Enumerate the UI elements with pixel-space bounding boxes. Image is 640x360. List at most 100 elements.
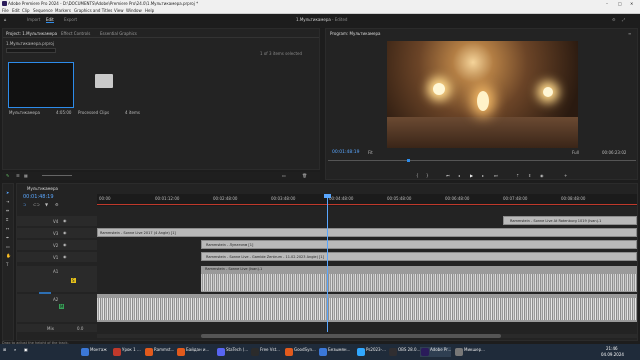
scrollbar-thumb[interactable] (201, 334, 501, 338)
taskbar-item[interactable]: Ps2023-... (356, 347, 386, 357)
tab-essential-graphics[interactable]: Essential Graphics (100, 31, 137, 36)
pencil-icon[interactable]: ✎ (6, 173, 9, 178)
menu-view[interactable]: View (114, 8, 124, 13)
timeline-scrollbar[interactable] (97, 334, 637, 338)
program-scrubber[interactable] (328, 160, 636, 161)
slip-icon[interactable]: ↔ (6, 226, 9, 231)
tab-export[interactable]: Export (64, 17, 77, 22)
home-icon[interactable]: ⌂ (4, 17, 7, 22)
playhead-handle[interactable] (324, 194, 331, 198)
menu-file[interactable]: File (2, 8, 9, 13)
track-header-v2[interactable]: V2 ◉ (17, 240, 97, 250)
frame-forward-icon[interactable]: ▸ (482, 173, 484, 178)
step-forward-icon[interactable]: ⏭ (494, 173, 498, 178)
track-header-v1[interactable]: V1 ◉ (17, 252, 97, 262)
play-icon[interactable]: ▶ (470, 173, 473, 178)
track-header-mix[interactable]: Mix 0.0 (17, 324, 97, 332)
work-area-bar[interactable] (97, 204, 637, 205)
mark-out-icon[interactable]: } (426, 173, 429, 178)
taskbar-item[interactable]: Монтаж (80, 347, 107, 357)
search-icon[interactable]: ⌕ (14, 347, 16, 352)
taskbar-item[interactable]: Микшер... (454, 347, 485, 357)
list-view-icon[interactable]: ☰ (16, 173, 20, 178)
clip-v2[interactable]: Rammstein - Лунатизм [1] (201, 240, 637, 249)
mark-in-icon[interactable]: { (416, 173, 419, 178)
clip-a1[interactable]: Rammstein - Sonne Live (Ivan).1 (201, 266, 637, 292)
tab-edit[interactable]: Edit (46, 17, 54, 23)
search-input[interactable] (6, 48, 56, 53)
taskbar-item[interactable]: Байдан и... (176, 347, 209, 357)
menu-sequence[interactable]: Sequence (33, 8, 53, 13)
taskview-icon[interactable]: ▣ (24, 347, 28, 352)
hand-icon[interactable]: ✋ (6, 253, 11, 258)
frame-back-icon[interactable]: ◂ (458, 173, 460, 178)
video-frame[interactable] (387, 41, 578, 148)
taskbar-item[interactable]: OBS 28.0... (388, 347, 420, 357)
program-playhead[interactable] (407, 159, 410, 162)
extract-icon[interactable]: ⇞ (528, 173, 531, 178)
icon-view-icon[interactable]: ▦ (24, 173, 28, 178)
mute-button[interactable]: M (59, 304, 65, 309)
ripple-edit-icon[interactable]: ⇹ (6, 208, 9, 213)
razor-icon[interactable]: ⌗ (6, 217, 8, 222)
eye-icon[interactable]: ◉ (63, 218, 67, 223)
snap-icon[interactable]: ⊃ (23, 202, 26, 207)
menu-edit[interactable]: Edit (12, 8, 20, 13)
menu-clip[interactable]: Clip (22, 8, 30, 13)
resolution-dropdown[interactable]: Full (572, 150, 579, 155)
eye-icon[interactable]: ◉ (63, 254, 67, 259)
playhead[interactable] (327, 194, 328, 332)
lift-icon[interactable]: ⇡ (516, 173, 519, 178)
trash-icon[interactable]: 🗑 (302, 173, 307, 178)
step-back-icon[interactable]: ⏮ (446, 173, 450, 178)
sequence-thumbnail[interactable] (8, 62, 74, 108)
eye-icon[interactable]: ◉ (63, 230, 67, 235)
solo-button[interactable]: S (71, 278, 76, 283)
tab-project[interactable]: Project: 1.Мультикамера (6, 31, 57, 36)
selection-tool-icon[interactable]: ➤ (6, 190, 9, 195)
clip-v1[interactable]: Rammstein - Sonne Live - Gamble Zentrum … (201, 252, 637, 261)
button-editor-icon[interactable]: + (564, 173, 567, 178)
taskbar-item[interactable]: Rammst... (144, 347, 174, 357)
track-select-icon[interactable]: ⇥ (6, 199, 9, 204)
tab-import[interactable]: Import (27, 17, 40, 22)
menu-help[interactable]: Help (145, 8, 154, 13)
menu-markers[interactable]: Markers (55, 8, 71, 13)
fit-dropdown[interactable]: Fit (368, 150, 373, 155)
time-ruler[interactable]: 00:00 00:01:12:00 00:02:48:00 00:03:48:0… (97, 194, 637, 206)
taskbar-item-active[interactable]: Adobe Pr... (420, 347, 452, 357)
timeline-tab[interactable]: Мультикамера (27, 186, 58, 191)
clock-date[interactable]: 04.09.2024 (601, 352, 624, 357)
track-header-v4[interactable]: V4 ◉ (17, 216, 97, 226)
zoom-slider[interactable] (42, 175, 72, 176)
timeline-settings-icon[interactable]: ⚙ (55, 202, 59, 207)
taskbar-item[interactable]: Безымян... (318, 347, 350, 357)
taskbar-item[interactable]: Free Vst... (250, 347, 280, 357)
rectangle-icon[interactable]: ▭ (6, 244, 10, 249)
menu-window[interactable]: Window (126, 8, 142, 13)
minimize-icon[interactable]: – (606, 1, 608, 6)
maximize-icon[interactable]: □ (618, 1, 622, 6)
track-header-a2[interactable]: A2 M (17, 294, 97, 322)
clock-time[interactable]: 21:46 (606, 346, 618, 351)
track-header-v3[interactable]: V3 ◉ (17, 228, 97, 238)
camera-icon[interactable]: ◉ (540, 173, 544, 178)
menu-icon[interactable]: ≡ (628, 31, 631, 36)
clip-v4[interactable]: Rammstein - Sonne Live At Rotenburg 1019… (503, 216, 637, 225)
linked-selection-icon[interactable]: ⊂⊃ (33, 202, 40, 207)
close-icon[interactable]: ✕ (630, 1, 633, 6)
taskbar-item[interactable]: GoodSyn... (284, 347, 316, 357)
workspace-icon[interactable]: ⚙ (612, 17, 616, 22)
fullscreen-icon[interactable]: ⤢ (622, 17, 625, 22)
add-marker-icon[interactable]: ▼ (45, 202, 48, 207)
menu-graphics[interactable]: Graphics and Titles (74, 8, 112, 13)
type-icon[interactable]: T (6, 262, 8, 267)
eye-icon[interactable]: ◉ (63, 242, 67, 247)
tab-effect-controls[interactable]: Effect Controls (61, 31, 90, 36)
new-bin-icon[interactable]: ▭ (282, 173, 286, 178)
pen-icon[interactable]: ✒ (6, 235, 9, 240)
taskbar-item[interactable]: StaTech (... (216, 347, 248, 357)
start-icon[interactable]: ⊞ (3, 347, 6, 352)
clip-a2[interactable] (97, 294, 637, 322)
timeline-timecode[interactable]: 00:01:48:19 (23, 194, 54, 200)
